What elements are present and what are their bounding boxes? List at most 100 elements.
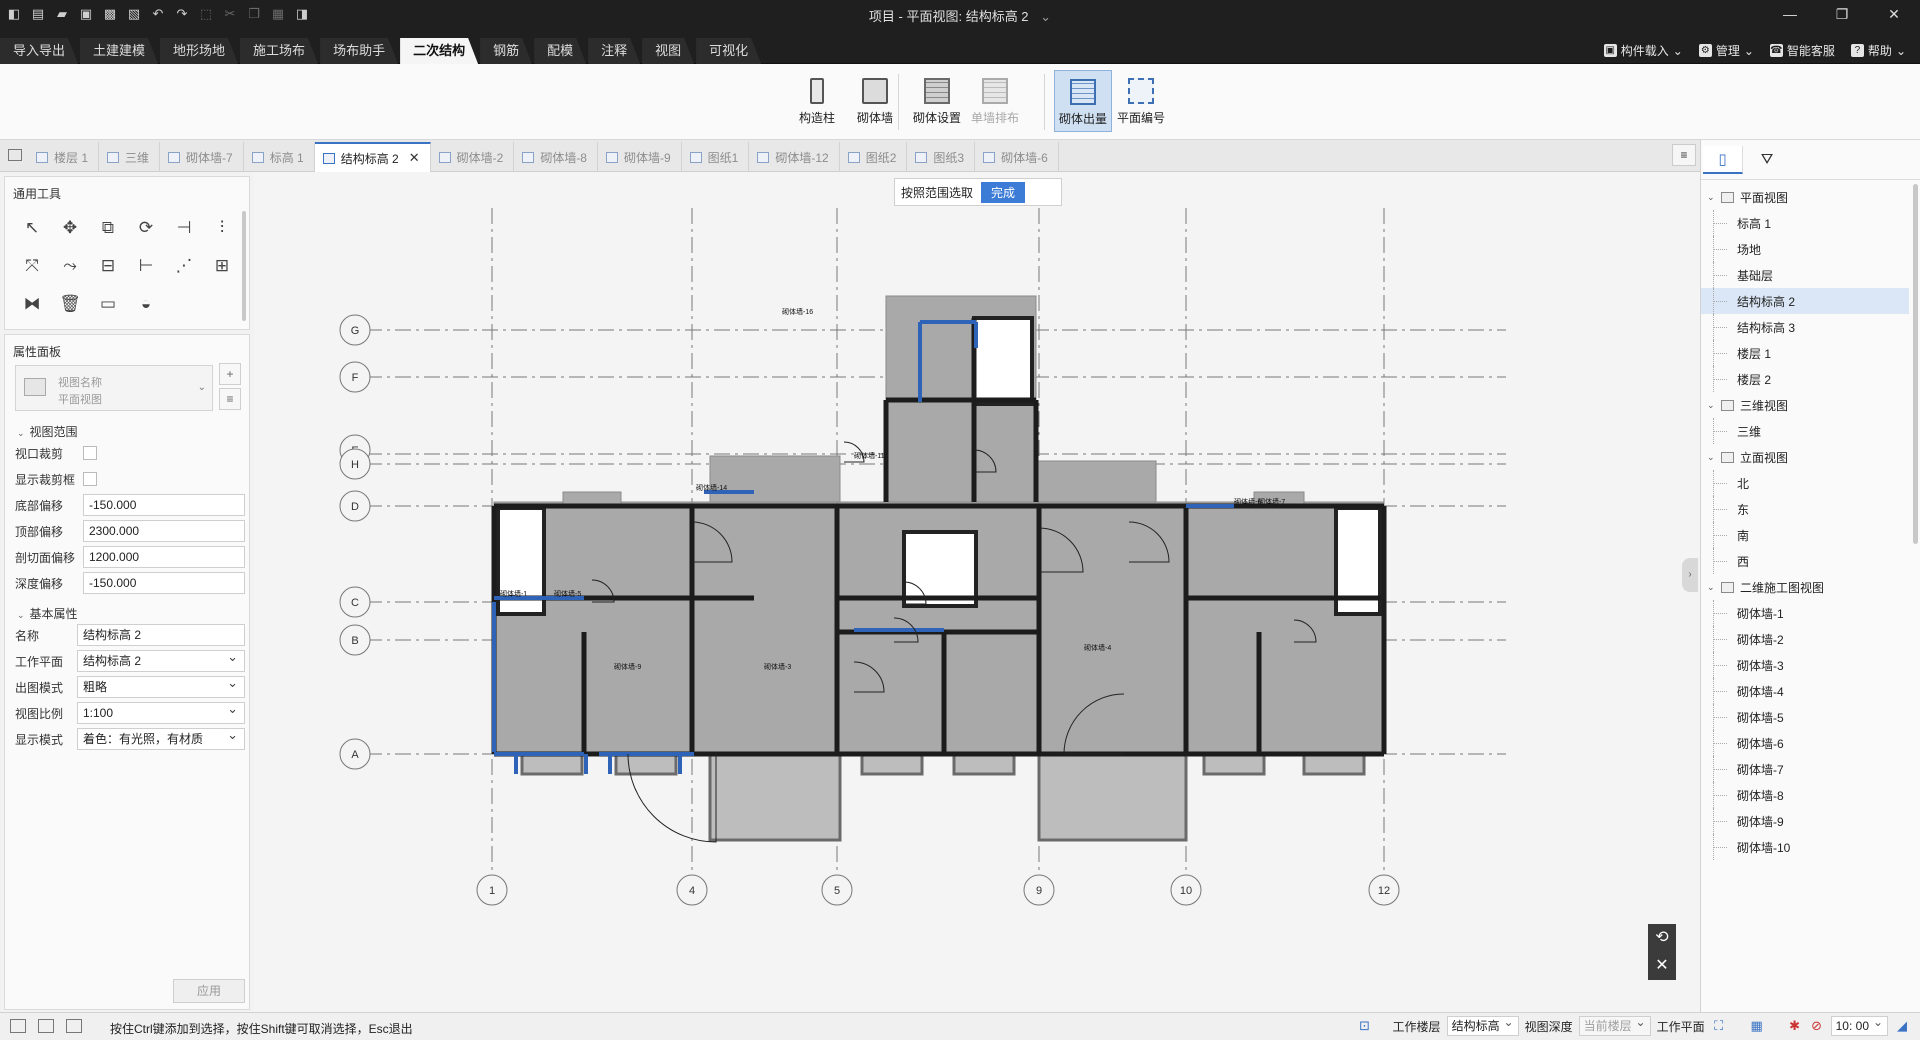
name-field[interactable]: 结构标高 2 [77, 624, 245, 646]
time-select[interactable]: 10: 00 [1830, 1013, 1888, 1036]
tree-item-6[interactable]: 楼层 1 [1701, 340, 1909, 366]
apply-button[interactable]: 应用 [173, 979, 245, 1003]
tree-item-5[interactable]: 结构标高 3 [1701, 314, 1909, 340]
move-icon[interactable]: ✥ [55, 213, 85, 243]
drawing-canvas[interactable]: GFEHDCBA14591012砌体墙-1砌体墙-5砌体墙-14砌体墙-16砌体… [254, 172, 1700, 1012]
smart-service-menu[interactable]: ☎ 智能客服 [1769, 42, 1835, 59]
top-offset-field[interactable]: 2300.000 [83, 520, 245, 542]
view-tab-6[interactable]: 砌体墙-8 [514, 142, 598, 172]
measure-icon[interactable]: ▭ [93, 289, 123, 319]
tree-item-14[interactable]: 西 [1701, 548, 1909, 574]
tab-pin-icon[interactable] [8, 149, 22, 161]
menu-tab-10[interactable]: 可视化 [696, 38, 761, 64]
show-crop-checkbox[interactable] [83, 472, 97, 486]
align-icon[interactable]: ⊣ [169, 213, 199, 243]
wall-tag[interactable]: 砌体墙-6 [1234, 497, 1261, 506]
view-tab-12[interactable]: 砌体墙-6 [975, 142, 1059, 172]
split-icon[interactable]: ⊟ [93, 251, 123, 281]
browser-tree-icon[interactable]: ▯ [1703, 146, 1743, 174]
select-arrow-icon[interactable]: ↖ [17, 213, 47, 243]
tree-item-13[interactable]: 南 [1701, 522, 1909, 548]
close-tab-icon[interactable]: ✕ [409, 150, 420, 166]
layout-split-icon[interactable] [38, 1019, 54, 1033]
view-tab-1[interactable]: 三维 [99, 142, 161, 172]
viewport-crop-checkbox[interactable] [83, 446, 97, 460]
tree-item-17[interactable]: 砌体墙-2 [1701, 626, 1909, 652]
floor-slab[interactable] [1038, 501, 1187, 755]
tree-item-9[interactable]: 三维 [1701, 418, 1909, 444]
floor-slab[interactable] [709, 455, 841, 503]
snap-off-icon[interactable]: ✱ [1787, 1018, 1803, 1034]
tree-item-23[interactable]: 砌体墙-8 [1701, 782, 1909, 808]
component-load-menu[interactable]: ▣ 构件载入 ⌄ [1603, 42, 1683, 59]
menu-tab-5[interactable]: 二次结构 [400, 38, 478, 64]
construction-column-button[interactable]: 构造柱 [788, 70, 846, 132]
workplane-select[interactable]: 结构标高 2 [77, 647, 245, 672]
bottom-offset-field[interactable]: -150.000 [83, 494, 245, 516]
tree-item-16[interactable]: 砌体墙-1 [1701, 600, 1909, 626]
angle-measure-icon[interactable]: ◒ [131, 289, 161, 319]
tree-item-2[interactable]: 场地 [1701, 236, 1909, 262]
wall-tag[interactable]: 砌体墙-9 [614, 662, 641, 671]
tree-item-12[interactable]: 东 [1701, 496, 1909, 522]
layout-grid-icon[interactable] [66, 1019, 82, 1033]
menu-tab-0[interactable]: 导入导出 [0, 38, 78, 64]
menu-tab-6[interactable]: 钢筋 [480, 38, 532, 64]
balcony-slab[interactable] [614, 752, 678, 776]
view-tab-0[interactable]: 楼层 1 [28, 142, 100, 172]
edit-type-button[interactable]: ≡ [219, 388, 241, 410]
copy-element-icon[interactable]: ⧉ [93, 213, 123, 243]
close-view-control-icon[interactable]: ✕ [1648, 952, 1676, 980]
panel-expander-icon[interactable]: › [1682, 558, 1698, 592]
restore-icon[interactable]: ❐ [1816, 0, 1868, 28]
expand-arrow-icon[interactable]: ⌄ [1707, 192, 1721, 203]
signal-icon[interactable]: ◢ [1894, 1018, 1910, 1034]
floor-slab[interactable] [691, 501, 838, 755]
menu-tab-1[interactable]: 土建建模 [80, 38, 158, 64]
view-tab-9[interactable]: 砌体墙-12 [749, 142, 840, 172]
tree-item-1[interactable]: 标高 1 [1701, 210, 1909, 236]
tree-group-15[interactable]: ⌄ 二维施工图视图 [1701, 574, 1909, 600]
balcony-slab[interactable] [1037, 752, 1188, 842]
rotate-icon[interactable]: ⟳ [131, 213, 161, 243]
menu-tab-4[interactable]: 场布助手 [320, 38, 398, 64]
tree-group-0[interactable]: ⌄ 平面视图 [1701, 184, 1909, 210]
work-floor-select[interactable]: 结构标高 [1446, 1013, 1519, 1036]
tree-item-21[interactable]: 砌体墙-6 [1701, 730, 1909, 756]
expand-arrow-icon[interactable]: ⌄ [1707, 400, 1721, 411]
break-icon[interactable]: ⊢ [131, 251, 161, 281]
workplane-icon[interactable]: ⛶ [1711, 1018, 1727, 1034]
wall-tag[interactable]: 砌体墙-4 [1084, 643, 1111, 652]
tree-item-24[interactable]: 砌体墙-9 [1701, 808, 1909, 834]
view-depth-select[interactable]: 当前楼层 [1578, 1013, 1651, 1036]
expand-arrow-icon[interactable]: ⌄ [1707, 452, 1721, 463]
view-tab-10[interactable]: 图纸2 [840, 142, 908, 172]
balcony-slab[interactable] [860, 752, 924, 776]
view-tab-11[interactable]: 图纸3 [907, 142, 976, 172]
balcony-slab[interactable] [1302, 752, 1366, 776]
wall-tag[interactable]: 砌体墙-7 [1258, 497, 1285, 506]
tree-scrollbar[interactable] [1913, 184, 1918, 544]
balcony-slab[interactable] [1202, 752, 1266, 776]
delete-icon[interactable]: 🗑 [55, 289, 85, 319]
wall-tag[interactable]: 砌体墙-11 [854, 451, 885, 460]
open-shaft[interactable] [902, 530, 978, 608]
cut-offset-field[interactable]: 1200.000 [83, 546, 245, 568]
floor-slab[interactable] [562, 491, 622, 505]
title-dropdown-icon[interactable]: ⌄ [1040, 9, 1051, 24]
balcony-slab[interactable] [520, 752, 584, 776]
view-tab-2[interactable]: 砌体墙-7 [160, 142, 244, 172]
tree-item-20[interactable]: 砌体墙-5 [1701, 704, 1909, 730]
open-shaft[interactable] [972, 316, 1034, 406]
balcony-slab[interactable] [952, 752, 1016, 776]
wall-tag[interactable]: 砌体墙-3 [764, 662, 791, 671]
tree-item-22[interactable]: 砌体墙-7 [1701, 756, 1909, 782]
tree-item-19[interactable]: 砌体墙-4 [1701, 678, 1909, 704]
array-linear-icon[interactable]: ⋰ [169, 251, 199, 281]
masonry-settings-button[interactable]: 砌体设置 [908, 70, 966, 132]
section-basic-properties[interactable]: ⌄ 基本属性 [17, 605, 78, 622]
masonry-wall-button[interactable]: 砌体墙 [846, 70, 904, 132]
depth-offset-field[interactable]: -150.000 [83, 572, 245, 594]
close-window-icon[interactable]: ✕ [1868, 0, 1920, 28]
offset-icon[interactable]: ⫶ [207, 213, 237, 243]
